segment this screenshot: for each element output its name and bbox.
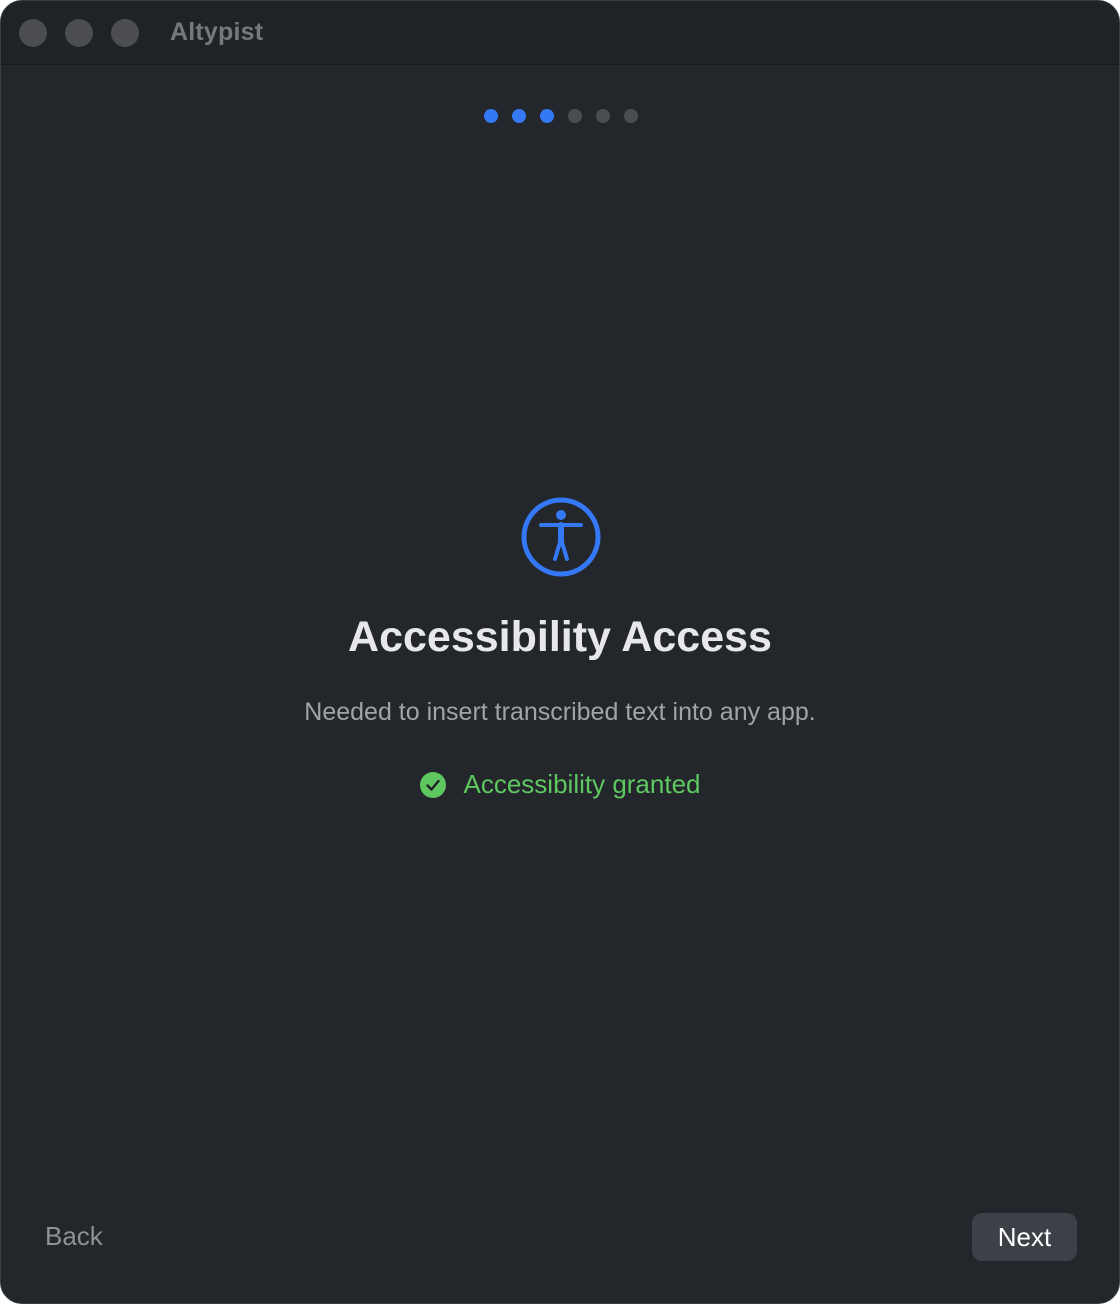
- next-button[interactable]: Next: [972, 1213, 1077, 1261]
- status-text: Accessibility granted: [463, 769, 701, 799]
- progress-dot-4: [568, 109, 582, 123]
- zoom-window-button[interactable]: [111, 19, 139, 47]
- close-window-button[interactable]: [19, 19, 47, 47]
- step-progress-indicator: [484, 109, 638, 123]
- window-title: Altypist: [170, 18, 264, 46]
- title-bar: Altypist: [1, 1, 1119, 65]
- minimize-window-button[interactable]: [65, 19, 93, 47]
- permission-status: Accessibility granted: [1, 769, 1119, 800]
- progress-dot-3: [540, 109, 554, 123]
- checkmark-circle-icon: [419, 771, 446, 798]
- page-subtitle: Needed to insert transcribed text into a…: [304, 698, 816, 726]
- progress-dot-2: [512, 109, 526, 123]
- onboarding-window: Altypist Accessibility Access Needed to …: [0, 0, 1120, 1304]
- page-title: Accessibility Access: [348, 613, 772, 661]
- back-button[interactable]: Back: [45, 1221, 103, 1252]
- progress-dot-5: [596, 109, 610, 123]
- accessibility-icon: [521, 497, 601, 577]
- progress-dot-1: [484, 109, 498, 123]
- progress-dot-6: [624, 109, 638, 123]
